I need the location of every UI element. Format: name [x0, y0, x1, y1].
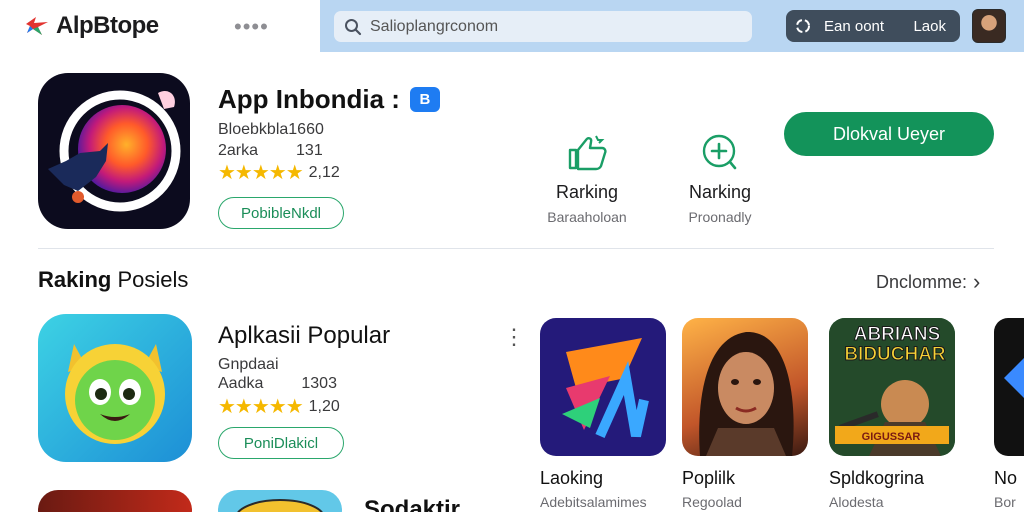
list-star-rating-icon: ★★★★★	[218, 396, 304, 418]
sync-icon	[796, 19, 810, 33]
app-title-text: App Inbondia :	[218, 84, 400, 114]
bottom-app-icon-2[interactable]	[218, 490, 342, 512]
app-title: App Inbondia : B	[218, 84, 440, 115]
grid-card[interactable]: No Bor	[994, 318, 1024, 510]
grid-card-title: No	[994, 468, 1018, 488]
grid-thumb: GIGUSSAR ABRIANS BIDUCHAR	[829, 318, 955, 456]
category-number: 131	[296, 142, 323, 159]
poster-footer-text: GIGUSSAR	[862, 431, 921, 443]
get-button[interactable]: PobibleNkdl	[218, 197, 344, 229]
search-box[interactable]	[334, 11, 752, 42]
list-category-line: Aadka 1303	[218, 375, 337, 393]
section-title: Raking Posiels	[38, 267, 188, 293]
grid-thumb	[682, 318, 808, 456]
stat-ranking-title: Rarking	[555, 182, 619, 202]
see-all-label: Dnclomme:	[876, 271, 968, 292]
developer-name: Bloebkbla	[218, 121, 289, 138]
account-button[interactable]: Ean oont Laok	[786, 10, 960, 42]
logo-mark-icon	[26, 17, 48, 35]
developer-number: 1660	[288, 121, 324, 138]
list-category-number: 1303	[301, 375, 337, 392]
logo[interactable]: AlpBtope	[24, 12, 159, 40]
logo-text: AlpBtope	[56, 12, 159, 39]
stat-narking[interactable]: Narking Proonadly	[655, 132, 785, 225]
rating-row: ★★★★★ 2,12	[218, 160, 340, 185]
grid-thumb	[540, 318, 666, 456]
grid-card-title: Laoking	[540, 468, 604, 488]
grid-card[interactable]: Poplilk Regoolad	[682, 318, 810, 510]
list-get-button[interactable]: PoniDlakicl	[218, 427, 344, 459]
list-rating-value: 1,20	[308, 397, 340, 415]
portrait-artwork	[699, 331, 794, 456]
poster-title-line2: BIDUCHAR	[844, 344, 946, 365]
divider	[38, 248, 994, 249]
avatar[interactable]	[972, 9, 1006, 43]
abstract-logo-artwork	[562, 338, 649, 439]
stat-narking-subtitle: Proonadly	[688, 209, 752, 225]
rating-value: 2,12	[308, 163, 340, 181]
featured-app-icon[interactable]	[38, 73, 190, 229]
list-category-name: Aadka	[218, 375, 264, 392]
plus-circle-icon	[702, 134, 737, 170]
category-name: 2arka	[218, 142, 259, 159]
section-title-rest: Posiels	[111, 267, 189, 292]
kebab-menu-icon[interactable]: ⋮	[503, 326, 525, 360]
stat-narking-title: Narking	[688, 182, 752, 202]
list-app-icon[interactable]	[38, 314, 192, 462]
chevron-right-icon: ›	[973, 269, 981, 294]
more-menu-button[interactable]: ••••	[234, 14, 269, 40]
search-icon	[345, 18, 362, 35]
grid-card-title: Poplilk	[682, 468, 736, 488]
account-label: Ean oont	[824, 17, 885, 35]
grid-card[interactable]: GIGUSSAR ABRIANS BIDUCHAR Spldkogrina Al…	[829, 318, 957, 510]
featured-app-artwork	[48, 90, 181, 212]
search-input[interactable]	[370, 17, 730, 36]
grid-card-subtitle: Adebitsalamimes	[540, 494, 647, 510]
app-badge: B	[409, 87, 440, 112]
stat-ranking-subtitle: Baraaholoan	[547, 209, 627, 225]
grid-card-subtitle: Regoolad	[682, 494, 742, 510]
top-bar: AlpBtope •••• Ean oont Laok	[0, 0, 1024, 52]
grid-card[interactable]: Laoking Adebitsalamimes	[540, 318, 668, 510]
star-rating-icon: ★★★★★	[218, 162, 304, 184]
account-label-secondary: Laok	[913, 17, 946, 35]
partial-artwork	[1004, 358, 1024, 398]
bottom-item-title[interactable]: Sodaktir	[364, 496, 460, 512]
game-poster-artwork: GIGUSSAR ABRIANS BIDUCHAR	[829, 318, 955, 456]
cat-mascot-artwork	[65, 344, 165, 444]
poster-title-line1: ABRIANS	[854, 324, 941, 345]
list-developer: Gnpdaai	[218, 356, 279, 373]
grid-card-subtitle: Bor	[994, 494, 1016, 510]
bottom-app-icon[interactable]	[38, 490, 192, 512]
thumbs-up-icon	[568, 135, 607, 171]
stat-ranking[interactable]: Rarking Baraaholoan	[522, 132, 652, 225]
category-line: 2arka 131	[218, 142, 323, 160]
section-title-bold: Raking	[38, 267, 112, 292]
grid-thumb	[994, 318, 1024, 456]
grid-card-title: Spldkogrina	[829, 468, 925, 488]
list-item-title[interactable]: Aplkasii Popular	[218, 322, 390, 350]
bottom-artwork	[237, 499, 323, 512]
search-panel: Ean oont Laok	[320, 0, 1024, 52]
app-store-page: AlpBtope •••• Ean oont Laok	[0, 0, 1024, 512]
developer-line: Bloebkbla1660	[218, 121, 324, 139]
list-rating-row: ★★★★★ 1,20	[218, 394, 340, 419]
grid-card-subtitle: Alodesta	[829, 494, 884, 510]
see-all-link[interactable]: Dnclomme: ›	[876, 269, 980, 295]
download-button[interactable]: Dlokval Ueyer	[784, 112, 994, 156]
